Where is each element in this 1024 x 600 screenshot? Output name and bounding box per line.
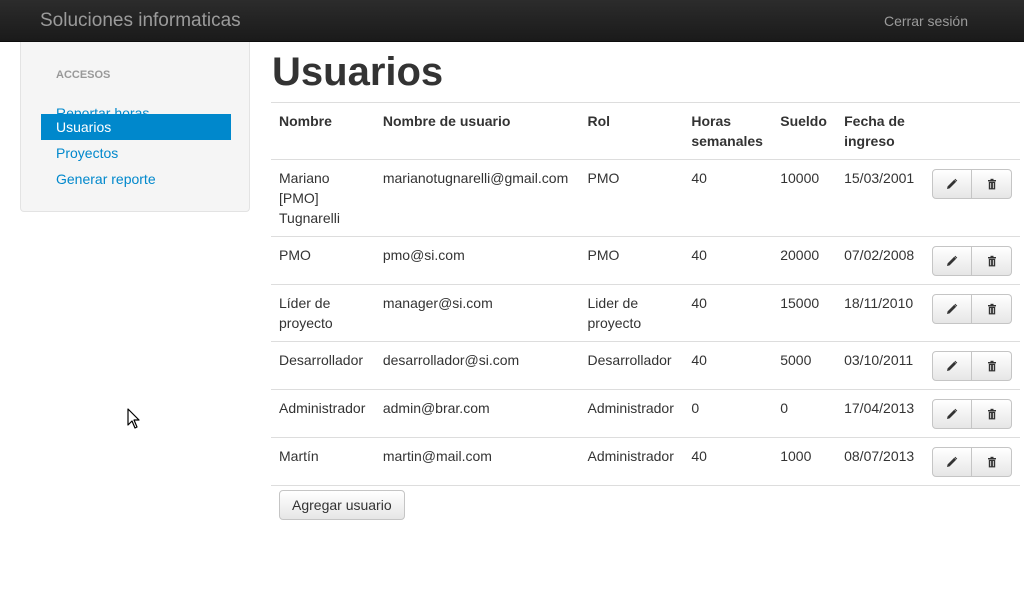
- cell-date: 17/04/2013: [836, 389, 924, 438]
- users-table: Nombre Nombre de usuario Rol Horas seman…: [271, 102, 1020, 486]
- cell-name: PMO: [271, 236, 375, 285]
- cell-actions: [924, 341, 1020, 390]
- table-row: Desarrollador desarrollador@si.com Desarro…: [271, 341, 1020, 390]
- edit-button[interactable]: [932, 294, 972, 324]
- cell-hours: 40: [683, 284, 773, 342]
- table-row: Mariano [PMO] Tugnarelli marianotugnarell…: [271, 159, 1020, 237]
- cell-name: Administrador: [271, 389, 375, 438]
- cell-hours: 0: [683, 389, 773, 438]
- row-actions: [932, 246, 1012, 276]
- cell-salary: 5000: [772, 341, 837, 390]
- column-header-role: Rol: [579, 102, 684, 160]
- pencil-icon: [946, 456, 958, 468]
- cell-username: martin@mail.com: [374, 437, 580, 486]
- delete-button[interactable]: [972, 447, 1012, 477]
- cell-username: pmo@si.com: [374, 236, 580, 285]
- pencil-icon: [946, 303, 958, 315]
- cell-date: 08/07/2013: [836, 437, 924, 486]
- sidebar-item-usuarios[interactable]: Usuarios: [41, 114, 231, 140]
- cell-name: Líder de proyecto: [271, 284, 375, 342]
- edit-button[interactable]: [932, 351, 972, 381]
- logout-link[interactable]: Cerrar sesión: [884, 13, 968, 29]
- cell-username: desarrollador@si.com: [374, 341, 580, 390]
- cell-hours: 40: [683, 341, 773, 390]
- cell-username: admin@brar.com: [374, 389, 580, 438]
- cell-salary: 0: [772, 389, 837, 438]
- row-actions: [932, 169, 1012, 199]
- row-actions: [932, 447, 1012, 477]
- edit-button[interactable]: [932, 169, 972, 199]
- cell-actions: [924, 159, 1020, 237]
- sidebar-header: ACCESOS: [56, 69, 111, 81]
- cell-name: Martín: [271, 437, 375, 486]
- row-actions: [932, 351, 1012, 381]
- edit-button[interactable]: [932, 447, 972, 477]
- cell-date: 15/03/2001: [836, 159, 924, 237]
- edit-button[interactable]: [932, 399, 972, 429]
- brand-title[interactable]: Soluciones informaticas: [40, 10, 241, 32]
- cell-username: manager@si.com: [374, 284, 580, 342]
- trash-icon: [986, 255, 998, 267]
- cell-role: Desarrollador: [579, 341, 684, 390]
- row-actions: [932, 399, 1012, 429]
- sidebar: ACCESOS Reportar horas Usuarios Proyecto…: [20, 42, 250, 212]
- table-row: Líder de proyecto manager@si.com Lider de …: [271, 284, 1020, 342]
- cell-role: Administrador: [579, 389, 684, 438]
- cell-date: 03/10/2011: [836, 341, 924, 390]
- trash-icon: [986, 408, 998, 420]
- cell-name: Mariano [PMO] Tugnarelli: [271, 159, 375, 237]
- trash-icon: [986, 303, 998, 315]
- cell-actions: [924, 437, 1020, 486]
- cell-actions: [924, 284, 1020, 342]
- table-row: Administrador admin@brar.com Administrador…: [271, 389, 1020, 438]
- cell-hours: 40: [683, 236, 773, 285]
- cell-date: 07/02/2008: [836, 236, 924, 285]
- cell-salary: 15000: [772, 284, 837, 342]
- delete-button[interactable]: [972, 169, 1012, 199]
- pencil-icon: [946, 178, 958, 190]
- pencil-icon: [946, 408, 958, 420]
- cell-salary: 10000: [772, 159, 837, 237]
- add-user-button[interactable]: Agregar usuario: [279, 490, 405, 520]
- trash-icon: [986, 178, 998, 190]
- cell-date: 18/11/2010: [836, 284, 924, 342]
- delete-button[interactable]: [972, 246, 1012, 276]
- mouse-cursor-icon: [127, 408, 140, 429]
- sidebar-item-proyectos[interactable]: Proyectos: [41, 140, 231, 166]
- cell-salary: 20000: [772, 236, 837, 285]
- cell-hours: 40: [683, 437, 773, 486]
- cell-hours: 40: [683, 159, 773, 237]
- column-header-hours: Horas semanales: [683, 102, 773, 160]
- column-header-name: Nombre: [271, 102, 375, 160]
- delete-button[interactable]: [972, 399, 1012, 429]
- edit-button[interactable]: [932, 246, 972, 276]
- cell-role: Administrador: [579, 437, 684, 486]
- column-header-salary: Sueldo: [772, 102, 837, 160]
- cell-role: Lider de proyecto: [579, 284, 684, 342]
- column-header-actions: [924, 102, 1020, 160]
- cell-username: marianotugnarelli@gmail.com: [374, 159, 580, 237]
- table-header-row: Nombre Nombre de usuario Rol Horas seman…: [271, 102, 1020, 160]
- sidebar-item-generar-reporte[interactable]: Generar reporte: [41, 166, 231, 192]
- cell-role: PMO: [579, 159, 684, 237]
- pencil-icon: [946, 255, 958, 267]
- cell-actions: [924, 389, 1020, 438]
- delete-button[interactable]: [972, 351, 1012, 381]
- cell-salary: 1000: [772, 437, 837, 486]
- column-header-username: Nombre de usuario: [374, 102, 580, 160]
- table-row: Martín martin@mail.com Administrador 40 1000…: [271, 437, 1020, 486]
- column-header-date: Fecha de ingreso: [836, 102, 924, 160]
- delete-button[interactable]: [972, 294, 1012, 324]
- trash-icon: [986, 456, 998, 468]
- trash-icon: [986, 360, 998, 372]
- cell-role: PMO: [579, 236, 684, 285]
- table-row: PMO pmo@si.com PMO 40 20000 07/02/2008: [271, 236, 1020, 285]
- row-actions: [932, 294, 1012, 324]
- cell-actions: [924, 236, 1020, 285]
- pencil-icon: [946, 360, 958, 372]
- cell-name: Desarrollador: [271, 341, 375, 390]
- page-title: Usuarios: [272, 50, 444, 94]
- top-navbar: Soluciones informaticas Cerrar sesión: [0, 0, 1024, 42]
